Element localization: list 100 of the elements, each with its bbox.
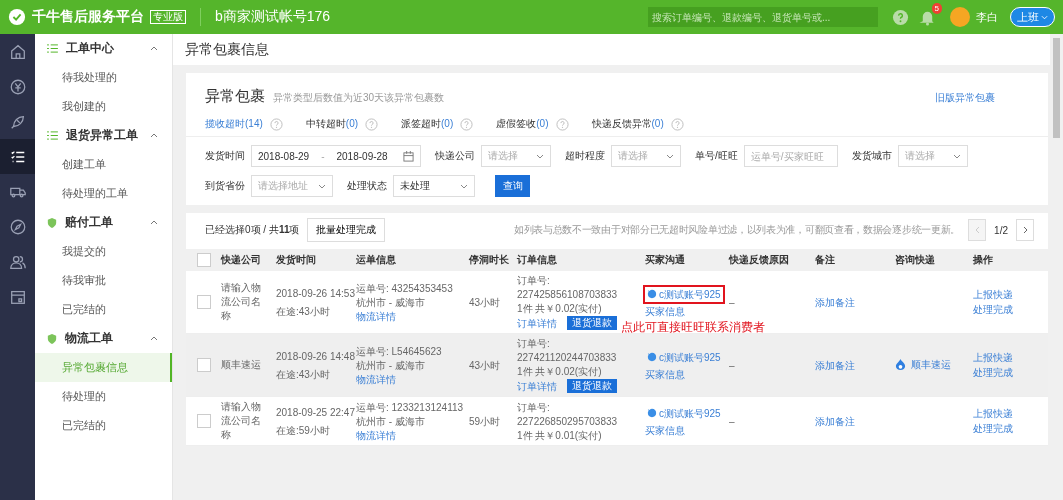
chevron-icon bbox=[150, 133, 158, 138]
buyer-chat-link[interactable]: c测试账号925 bbox=[645, 349, 723, 365]
compass-icon bbox=[8, 217, 27, 236]
order-label: 订单号: bbox=[517, 274, 550, 287]
sidebar-item[interactable]: 待我处理的 bbox=[35, 63, 172, 92]
row-checkbox[interactable] bbox=[196, 414, 211, 428]
add-remark-link[interactable]: 添加备注 bbox=[815, 296, 855, 308]
input-field[interactable]: 运单号/买家旺旺 bbox=[743, 145, 838, 167]
buyer-info-link[interactable]: 买家信息 bbox=[645, 367, 685, 381]
add-remark-link[interactable]: 添加备注 bbox=[815, 359, 855, 371]
logistics-link[interactable]: 物流详情 bbox=[356, 428, 396, 442]
scrollbar[interactable] bbox=[1050, 34, 1063, 500]
column-header: 运单信息 bbox=[356, 253, 397, 267]
order-amount: 1件 共￥0.01(实付) bbox=[517, 428, 602, 442]
filter-label: 单号/旺旺 bbox=[695, 149, 738, 163]
logistics-link[interactable]: 物流详情 bbox=[356, 309, 396, 323]
select-field[interactable]: 请选择 bbox=[611, 145, 681, 167]
order-details-link[interactable]: 订单详情 bbox=[517, 379, 557, 393]
action-link[interactable]: 处理完成 bbox=[973, 303, 1013, 316]
buyer-info-link[interactable]: 买家信息 bbox=[645, 304, 685, 318]
row-checkbox[interactable] bbox=[196, 295, 211, 309]
add-remark-link[interactable]: 添加备注 bbox=[815, 415, 855, 427]
user-name: 李白 bbox=[976, 9, 998, 25]
filter-label: 发货城市 bbox=[851, 149, 892, 163]
sidebar-item[interactable]: 创建工单 bbox=[35, 150, 172, 179]
notification-badge: 5 bbox=[931, 2, 942, 14]
ship-time: 2018-09-26 14:53 bbox=[276, 286, 355, 300]
help-icon[interactable] bbox=[892, 8, 909, 26]
tab[interactable]: 中转超时(0) bbox=[305, 117, 359, 131]
query-button[interactable]: 查询 bbox=[495, 175, 530, 197]
tab[interactable]: 派签超时(0) bbox=[401, 117, 454, 131]
chevron-icon bbox=[150, 46, 158, 51]
tab[interactable]: 快递反馈异常(0) bbox=[591, 117, 664, 131]
calendar-icon bbox=[403, 150, 414, 162]
select-field[interactable]: 请选择 bbox=[481, 145, 551, 167]
refund-button[interactable]: 退货退款 bbox=[567, 316, 617, 330]
sidebar-item[interactable]: 已完结的 bbox=[35, 295, 172, 324]
help-icon[interactable] bbox=[555, 117, 569, 131]
sidebar-group[interactable]: 物流工单 bbox=[35, 324, 172, 353]
status-button[interactable]: 上班 bbox=[1010, 7, 1055, 27]
sidebar-item[interactable]: 待处理的 bbox=[35, 382, 172, 411]
sidebar-item[interactable]: 已完结的 bbox=[35, 411, 172, 440]
tab[interactable]: 揽收超时(14) bbox=[205, 117, 263, 131]
page-indicator: 1/2 bbox=[994, 224, 1008, 236]
help-icon[interactable] bbox=[365, 117, 379, 131]
filter-label: 发货时间 bbox=[205, 149, 245, 163]
rail-item[interactable] bbox=[0, 139, 35, 174]
chat-icon bbox=[647, 408, 657, 418]
account-name: b商家测试帐号176 bbox=[215, 8, 331, 26]
sidebar-item[interactable]: 我创建的 bbox=[35, 92, 172, 121]
search-field[interactable]: 搜索订单编号、退款编号、退货单号或... bbox=[648, 7, 878, 27]
selection-count: 已经选择0项 / 共11项 bbox=[205, 223, 300, 237]
select-field[interactable]: 请选择地址 bbox=[251, 175, 333, 197]
sidebar-item[interactable]: 待我审批 bbox=[35, 266, 172, 295]
chevron-down-icon bbox=[536, 153, 544, 159]
column-header: 快递反馈原因 bbox=[729, 253, 790, 267]
legacy-link[interactable]: 旧版异常包裹 bbox=[935, 91, 995, 105]
batch-complete-button[interactable]: 批量处理完成 bbox=[307, 218, 386, 242]
next-page-button[interactable] bbox=[1016, 219, 1034, 241]
help-icon[interactable] bbox=[269, 117, 283, 131]
column-header: 备注 bbox=[815, 253, 836, 267]
refund-button[interactable]: 退货退款 bbox=[567, 379, 617, 393]
action-link[interactable]: 上报快递 bbox=[973, 407, 1013, 420]
help-icon[interactable] bbox=[670, 117, 684, 131]
buyer-info-link[interactable]: 买家信息 bbox=[645, 423, 685, 437]
select-all-checkbox[interactable] bbox=[196, 253, 211, 267]
page-title: 异常包裹信息 bbox=[173, 34, 1050, 65]
date-range-field[interactable]: 2018-08-29 - 2018-09-28 bbox=[251, 145, 421, 167]
transit-time: 在途:59小时 bbox=[276, 423, 330, 437]
filter-label: 快递公司 bbox=[435, 149, 475, 163]
select-field[interactable]: 未处理 bbox=[393, 175, 475, 197]
select-field[interactable]: 请选择 bbox=[897, 145, 968, 167]
home-icon bbox=[8, 42, 27, 61]
order-number: 227425856108703833 bbox=[517, 288, 618, 301]
row-checkbox[interactable] bbox=[196, 358, 211, 372]
waybill-number: 运单号: L54645623 bbox=[356, 344, 442, 358]
sidebar-group[interactable]: 赔付工单 bbox=[35, 208, 172, 237]
action-link[interactable]: 处理完成 bbox=[973, 422, 1013, 435]
feedback-reason: – bbox=[729, 358, 736, 372]
action-link[interactable]: 处理完成 bbox=[973, 366, 1013, 379]
sidebar-group[interactable]: 工单中心 bbox=[35, 34, 172, 63]
action-link[interactable]: 上报快递 bbox=[973, 288, 1013, 301]
order-details-link[interactable]: 订单详情 bbox=[517, 316, 557, 330]
help-icon[interactable] bbox=[460, 117, 474, 131]
sidebar-item[interactable]: 异常包裹信息 bbox=[35, 353, 172, 382]
route-text: 杭州市 - 威海市 bbox=[356, 414, 425, 428]
chevron-down-icon bbox=[666, 153, 674, 159]
transit-time: 在途:43小时 bbox=[276, 304, 330, 318]
buyer-chat-link[interactable]: c测试账号925 bbox=[645, 405, 723, 421]
buyer-chat-link[interactable]: c测试账号925 bbox=[645, 286, 723, 302]
tab[interactable]: 虚假签收(0) bbox=[496, 117, 549, 131]
sidebar-group[interactable]: 退货异常工单 bbox=[35, 121, 172, 150]
action-link[interactable]: 上报快递 bbox=[973, 351, 1013, 364]
sidebar-item[interactable]: 我提交的 bbox=[35, 237, 172, 266]
chevron-down-icon bbox=[460, 183, 468, 189]
ship-time: 2018-09-26 14:48 bbox=[276, 349, 355, 363]
flame-icon bbox=[895, 358, 906, 370]
logistics-link[interactable]: 物流详情 bbox=[356, 372, 396, 386]
consult-courier-link[interactable]: 顺丰速运 bbox=[895, 357, 951, 371]
sidebar-item[interactable]: 待处理的工单 bbox=[35, 179, 172, 208]
